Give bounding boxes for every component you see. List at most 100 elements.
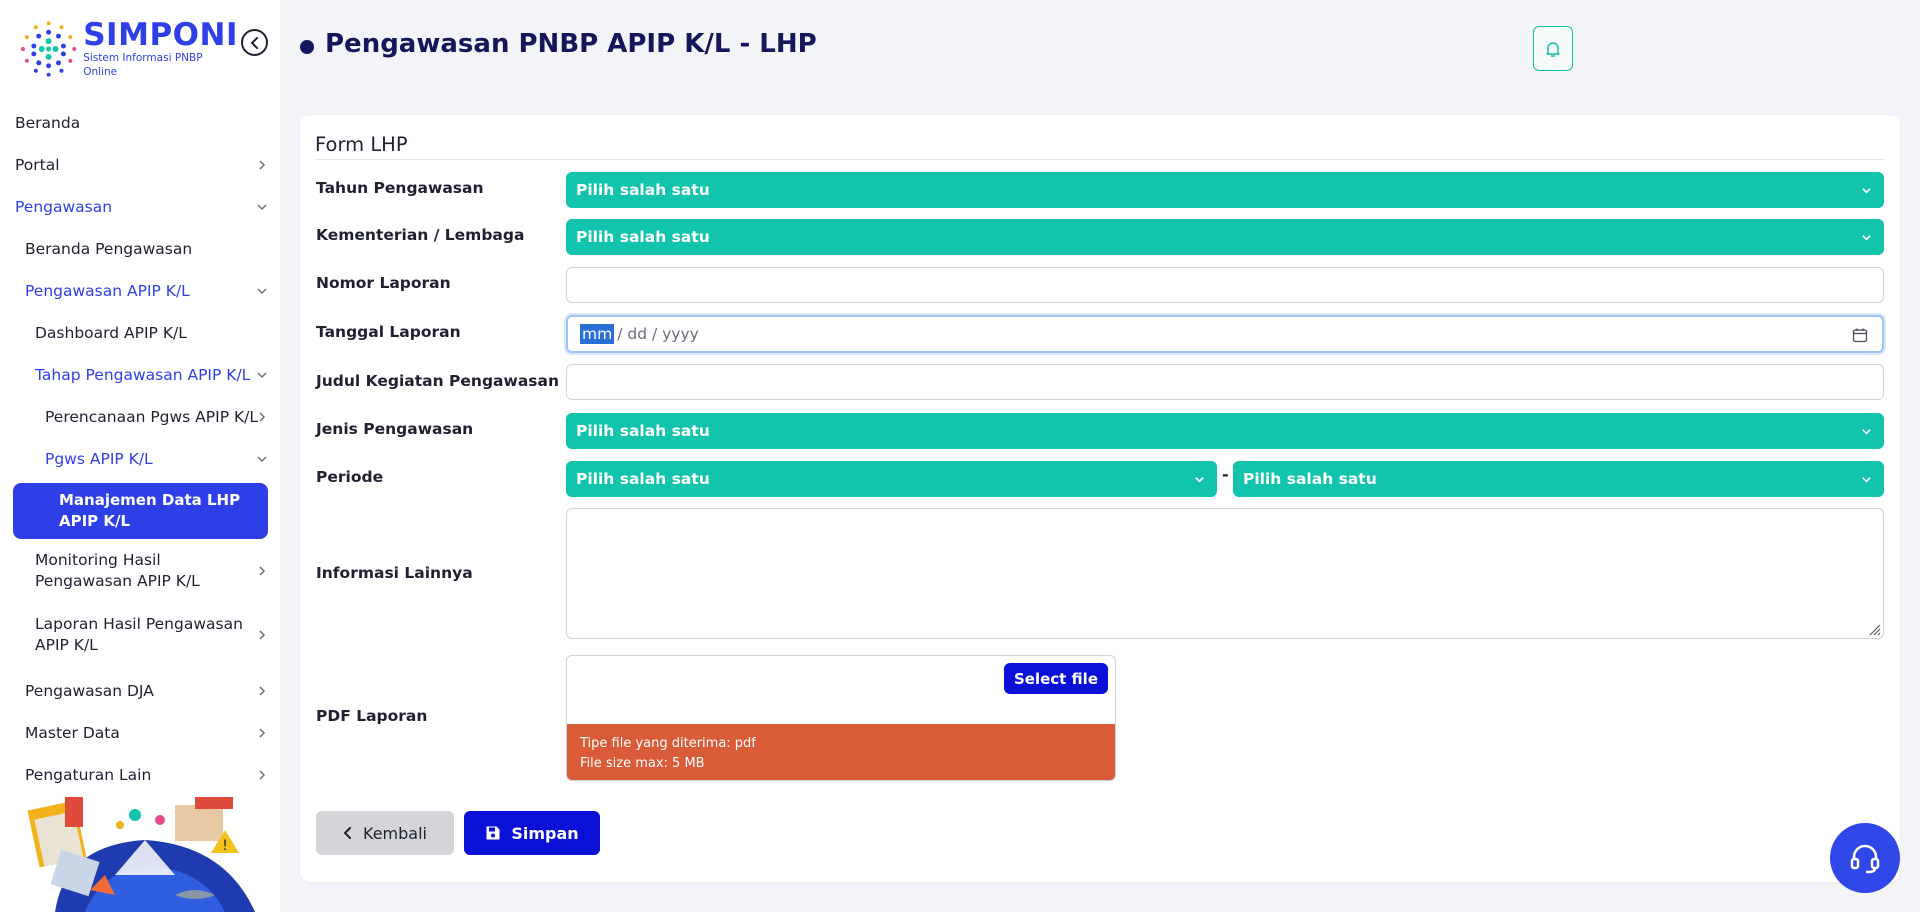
nomor-label: Nomor Laporan [316,274,451,292]
sidebar-collapse-button[interactable] [241,29,268,56]
periode-label: Periode [316,468,384,486]
sidebar-item-master-data[interactable]: Master Data [0,712,280,754]
chevron-down-icon [1862,188,1871,194]
date-rest-segment: / dd / yyyy [617,325,699,343]
sidebar-item-beranda-pengawasan[interactable]: Beranda Pengawasan [0,228,280,270]
informasi-textarea[interactable] [566,508,1884,639]
brand-subtitle: Sistem Informasi PNBP Online [83,52,203,78]
sidebar-item-label: Pengawasan DJA [25,682,154,700]
sidebar-item-label: Master Data [25,724,120,742]
sidebar-item-label: Beranda Pengawasan [25,240,193,258]
sidebar-item-label: Pengawasan APIP K/L [25,282,190,300]
tahun-select[interactable]: Pilih salah satu [566,172,1884,208]
sidebar-item-label: Monitoring Hasil Pengawasan APIP K/L [35,551,200,590]
tahun-select-value: Pilih salah satu [576,181,710,199]
tanggal-label: Tanggal Laporan [316,323,461,341]
brand[interactable]: SIMPONI Sistem Informasi PNBP Online [18,18,238,80]
brand-name: SIMPONI [83,17,238,53]
sidebar-item-dashboard-apip[interactable]: Dashboard APIP K/L [0,312,280,354]
nomor-input[interactable] [566,267,1884,303]
sidebar-item-pengawasan-apip[interactable]: Pengawasan APIP K/L [0,270,280,312]
chevron-left-icon [250,36,258,49]
judul-label: Judul Kegiatan Pengawasan [316,372,560,390]
sidebar-item-laporan-hasil[interactable]: Laporan Hasil Pengawasan APIP K/L [0,608,280,662]
sidebar-item-pengawasan-dja[interactable]: Pengawasan DJA [0,670,280,712]
support-chat-button[interactable] [1830,823,1900,893]
periode-end-value: Pilih salah satu [1243,470,1377,488]
page-title: Pengawasan PNBP APIP K/L - LHP [325,29,817,59]
sidebar-item-label: Laporan Hasil Pengawasan APIP K/L [35,615,243,654]
sidebar-item-label: Perencanaan Pgws APIP K/L [45,408,258,426]
sidebar-item-pengaturan-lain[interactable]: Pengaturan Lain [0,754,280,796]
jenis-select[interactable]: Pilih salah satu [566,413,1884,449]
date-month-segment: mm [580,324,615,344]
form-card: Form LHP Tahun Pengawasan Pilih salah sa… [300,115,1900,882]
sidebar-item-label: Pengawasan [15,198,113,216]
select-file-button[interactable]: Select file [1003,663,1108,694]
save-button-label: Simpan [511,823,579,843]
sidebar-item-label: Beranda [15,114,81,132]
title-bullet [300,40,314,54]
sidebar-item-label: Pengaturan Lain [25,766,152,784]
chevron-down-icon [1195,477,1204,483]
sidebar-item-label: Manajemen Data LHP APIP K/L [59,491,241,530]
pdf-label: PDF Laporan [316,707,428,725]
chevron-down-icon [1862,235,1871,241]
chevron-right-icon [259,160,266,170]
back-button[interactable]: Kembali [316,811,454,855]
sidebar-item-label: Tahap Pengawasan APIP K/L [35,366,251,384]
sidebar-illustration: ! [27,797,255,912]
chevron-left-icon [343,827,353,839]
sidebar-item-tahap-pengawasan[interactable]: Tahap Pengawasan APIP K/L [0,354,280,396]
kementerian-select-value: Pilih salah satu [576,228,710,246]
kementerian-select[interactable]: Pilih salah satu [566,219,1884,255]
headset-icon [1850,844,1880,874]
jenis-label: Jenis Pengawasan [316,420,474,438]
chevron-right-icon [259,630,266,640]
pdf-upload-dropzone[interactable]: Select file Tipe file yang diterima: pdf… [566,655,1116,781]
sidebar-item-portal[interactable]: Portal [0,144,280,186]
upload-info-banner: Tipe file yang diterima: pdf File size m… [567,724,1115,780]
svg-text:!: ! [222,838,228,854]
chevron-down-icon [257,456,267,463]
tanggal-date-input[interactable]: mm / dd / yyyy [566,315,1884,353]
notification-button[interactable] [1533,26,1573,71]
chevron-right-icon [259,686,266,696]
periode-start-select[interactable]: Pilih salah satu [566,461,1217,497]
chevron-right-icon [259,412,266,422]
sidebar-item-perencanaan[interactable]: Perencanaan Pgws APIP K/L [0,396,280,438]
upload-file-size-text: File size max: 5 MB [580,756,705,771]
sidebar-item-label: Dashboard APIP K/L [35,324,187,342]
calendar-icon[interactable] [1852,327,1868,343]
simponi-logo-icon [20,21,77,77]
save-icon [485,825,501,841]
jenis-select-value: Pilih salah satu [576,422,710,440]
sidebar: SIMPONI Sistem Informasi PNBP Online Ber… [0,0,280,912]
chevron-right-icon [259,728,266,738]
upload-file-type-text: Tipe file yang diterima: pdf [580,736,756,751]
periode-end-select[interactable]: Pilih salah satu [1233,461,1884,497]
kementerian-label: Kementerian / Lembaga [316,226,525,244]
chevron-down-icon [257,288,267,295]
informasi-label: Informasi Lainnya [316,564,473,582]
sidebar-item-manajemen-lhp[interactable]: Manajemen Data LHP APIP K/L [13,483,268,539]
bell-icon [1546,41,1560,57]
judul-input[interactable] [566,364,1884,400]
sidebar-item-pengawasan[interactable]: Pengawasan [0,186,280,228]
sidebar-item-pgws-apip[interactable]: Pgws APIP K/L [0,438,280,480]
form-title: Form LHP [315,133,408,156]
sidebar-item-monitoring[interactable]: Monitoring Hasil Pengawasan APIP K/L [0,544,280,598]
chevron-down-icon [1862,477,1871,483]
sidebar-item-label: Pgws APIP K/L [45,450,153,468]
periode-separator: - [1222,465,1229,484]
sidebar-item-label: Portal [15,156,60,174]
periode-start-value: Pilih salah satu [576,470,710,488]
save-button[interactable]: Simpan [464,811,600,855]
chevron-right-icon [259,566,266,576]
chevron-right-icon [259,770,266,780]
chevron-down-icon [257,372,267,379]
chevron-down-icon [257,204,267,211]
sidebar-item-beranda[interactable]: Beranda [0,102,280,144]
back-button-label: Kembali [363,823,427,843]
resize-handle-icon[interactable] [1867,622,1881,636]
